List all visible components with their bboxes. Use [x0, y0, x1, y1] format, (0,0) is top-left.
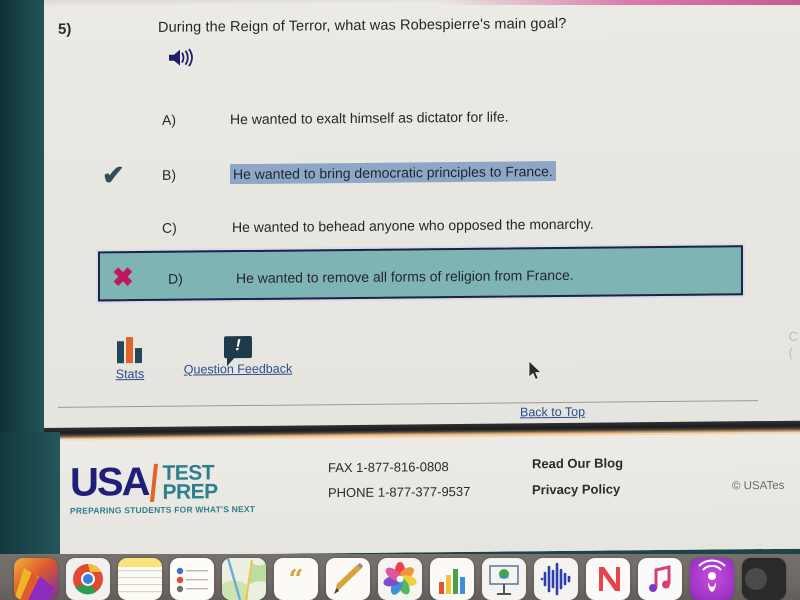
question-text: During the Reign of Terror, what was Rob… — [158, 15, 567, 36]
option-d-text: He wanted to remove all forms of religio… — [236, 266, 574, 287]
option-c-mark — [102, 215, 136, 245]
usatestprep-logo: USA TEST PREP PREPARING STUDENTS FOR WHA… — [70, 459, 256, 516]
answer-option-d[interactable]: ✖ D) He wanted to remove all forms of re… — [40, 260, 800, 301]
app-icon[interactable] — [742, 558, 786, 600]
option-b-letter: B) — [162, 166, 176, 183]
macos-dock[interactable]: “ — [0, 554, 800, 600]
question-review-panel: 5) During the Reign of Terror, what was … — [40, 0, 800, 433]
back-to-top-link[interactable]: Back to Top — [520, 405, 585, 420]
screen-pink-stripe — [440, 0, 800, 5]
garageband-icon[interactable] — [534, 558, 578, 600]
bar-chart-icon — [116, 337, 144, 364]
maps-icon[interactable] — [222, 558, 266, 600]
screen-photo: 5) During the Reign of Terror, what was … — [0, 0, 800, 600]
fax-number: FAX 1-877-816-0808 — [328, 459, 449, 476]
logo-tagline: PREPARING STUDENTS FOR WHAT'S NEXT — [70, 503, 256, 516]
incorrect-x-icon: ✖ — [112, 262, 146, 294]
x-glyph: ✖ — [112, 262, 134, 293]
speaker-icon[interactable] — [167, 46, 197, 68]
logo-prep-text: PREP — [162, 480, 218, 504]
stats-label: Stats — [115, 366, 145, 382]
music-icon[interactable] — [638, 558, 682, 600]
pages-icon[interactable]: “ — [274, 558, 318, 600]
footer-divider-line — [58, 400, 758, 408]
option-c-letter: C) — [162, 219, 177, 236]
reminders-icon[interactable] — [170, 558, 214, 600]
copyright-text: © USATes — [732, 479, 785, 493]
option-b-text: He wanted to bring democratic principles… — [230, 161, 556, 185]
answer-option-c[interactable]: C) He wanted to behead anyone who oppose… — [40, 209, 800, 250]
stats-link[interactable]: Stats — [102, 337, 158, 384]
news-icon[interactable] — [586, 558, 630, 600]
option-a-letter: A) — [162, 111, 176, 128]
keynote-icon[interactable] — [482, 558, 526, 600]
numbers-icon[interactable] — [430, 558, 474, 600]
option-c-text: He wanted to behead anyone who opposed t… — [232, 215, 594, 236]
page-edge-glyph: C( — [788, 328, 798, 360]
option-a-text: He wanted to exalt himself as dictator f… — [230, 108, 509, 128]
browser-page: 5) During the Reign of Terror, what was … — [40, 0, 800, 557]
logo-usa-text: USA — [70, 459, 149, 505]
answer-option-a[interactable]: A) He wanted to exalt himself as dictato… — [40, 101, 800, 142]
site-footer: USA TEST PREP PREPARING STUDENTS FOR WHA… — [40, 433, 800, 556]
answer-option-b[interactable]: ✔ B) He wanted to bring democratic princ… — [40, 156, 800, 197]
photos-icon[interactable] — [378, 558, 422, 600]
svg-text:“: “ — [289, 565, 304, 595]
notes-icon[interactable] — [118, 558, 162, 600]
speech-bubble-exclamation-icon: ! — [224, 335, 252, 359]
option-d-letter: D) — [168, 270, 183, 287]
option-a-mark — [102, 107, 136, 137]
question-feedback-label: Question Feedback — [183, 361, 293, 377]
keynote-pencil-icon[interactable] — [326, 558, 370, 600]
screen-bezel-lower-left — [0, 432, 60, 556]
podcasts-icon[interactable] — [690, 558, 734, 600]
chrome-icon[interactable] — [66, 558, 110, 600]
privacy-policy-link[interactable]: Privacy Policy — [532, 481, 620, 497]
check-glyph: ✔ — [102, 160, 125, 191]
read-our-blog-link[interactable]: Read Our Blog — [532, 455, 623, 471]
question-number: 5) — [58, 20, 72, 38]
question-feedback-link[interactable]: ! Question Feedback — [158, 335, 318, 379]
logo-divider-bar — [150, 463, 159, 502]
correct-check-icon: ✔ — [102, 160, 136, 192]
phone-number: PHONE 1-877-377-9537 — [328, 483, 471, 501]
mouse-cursor — [528, 360, 544, 387]
finder-icon[interactable] — [14, 558, 58, 600]
